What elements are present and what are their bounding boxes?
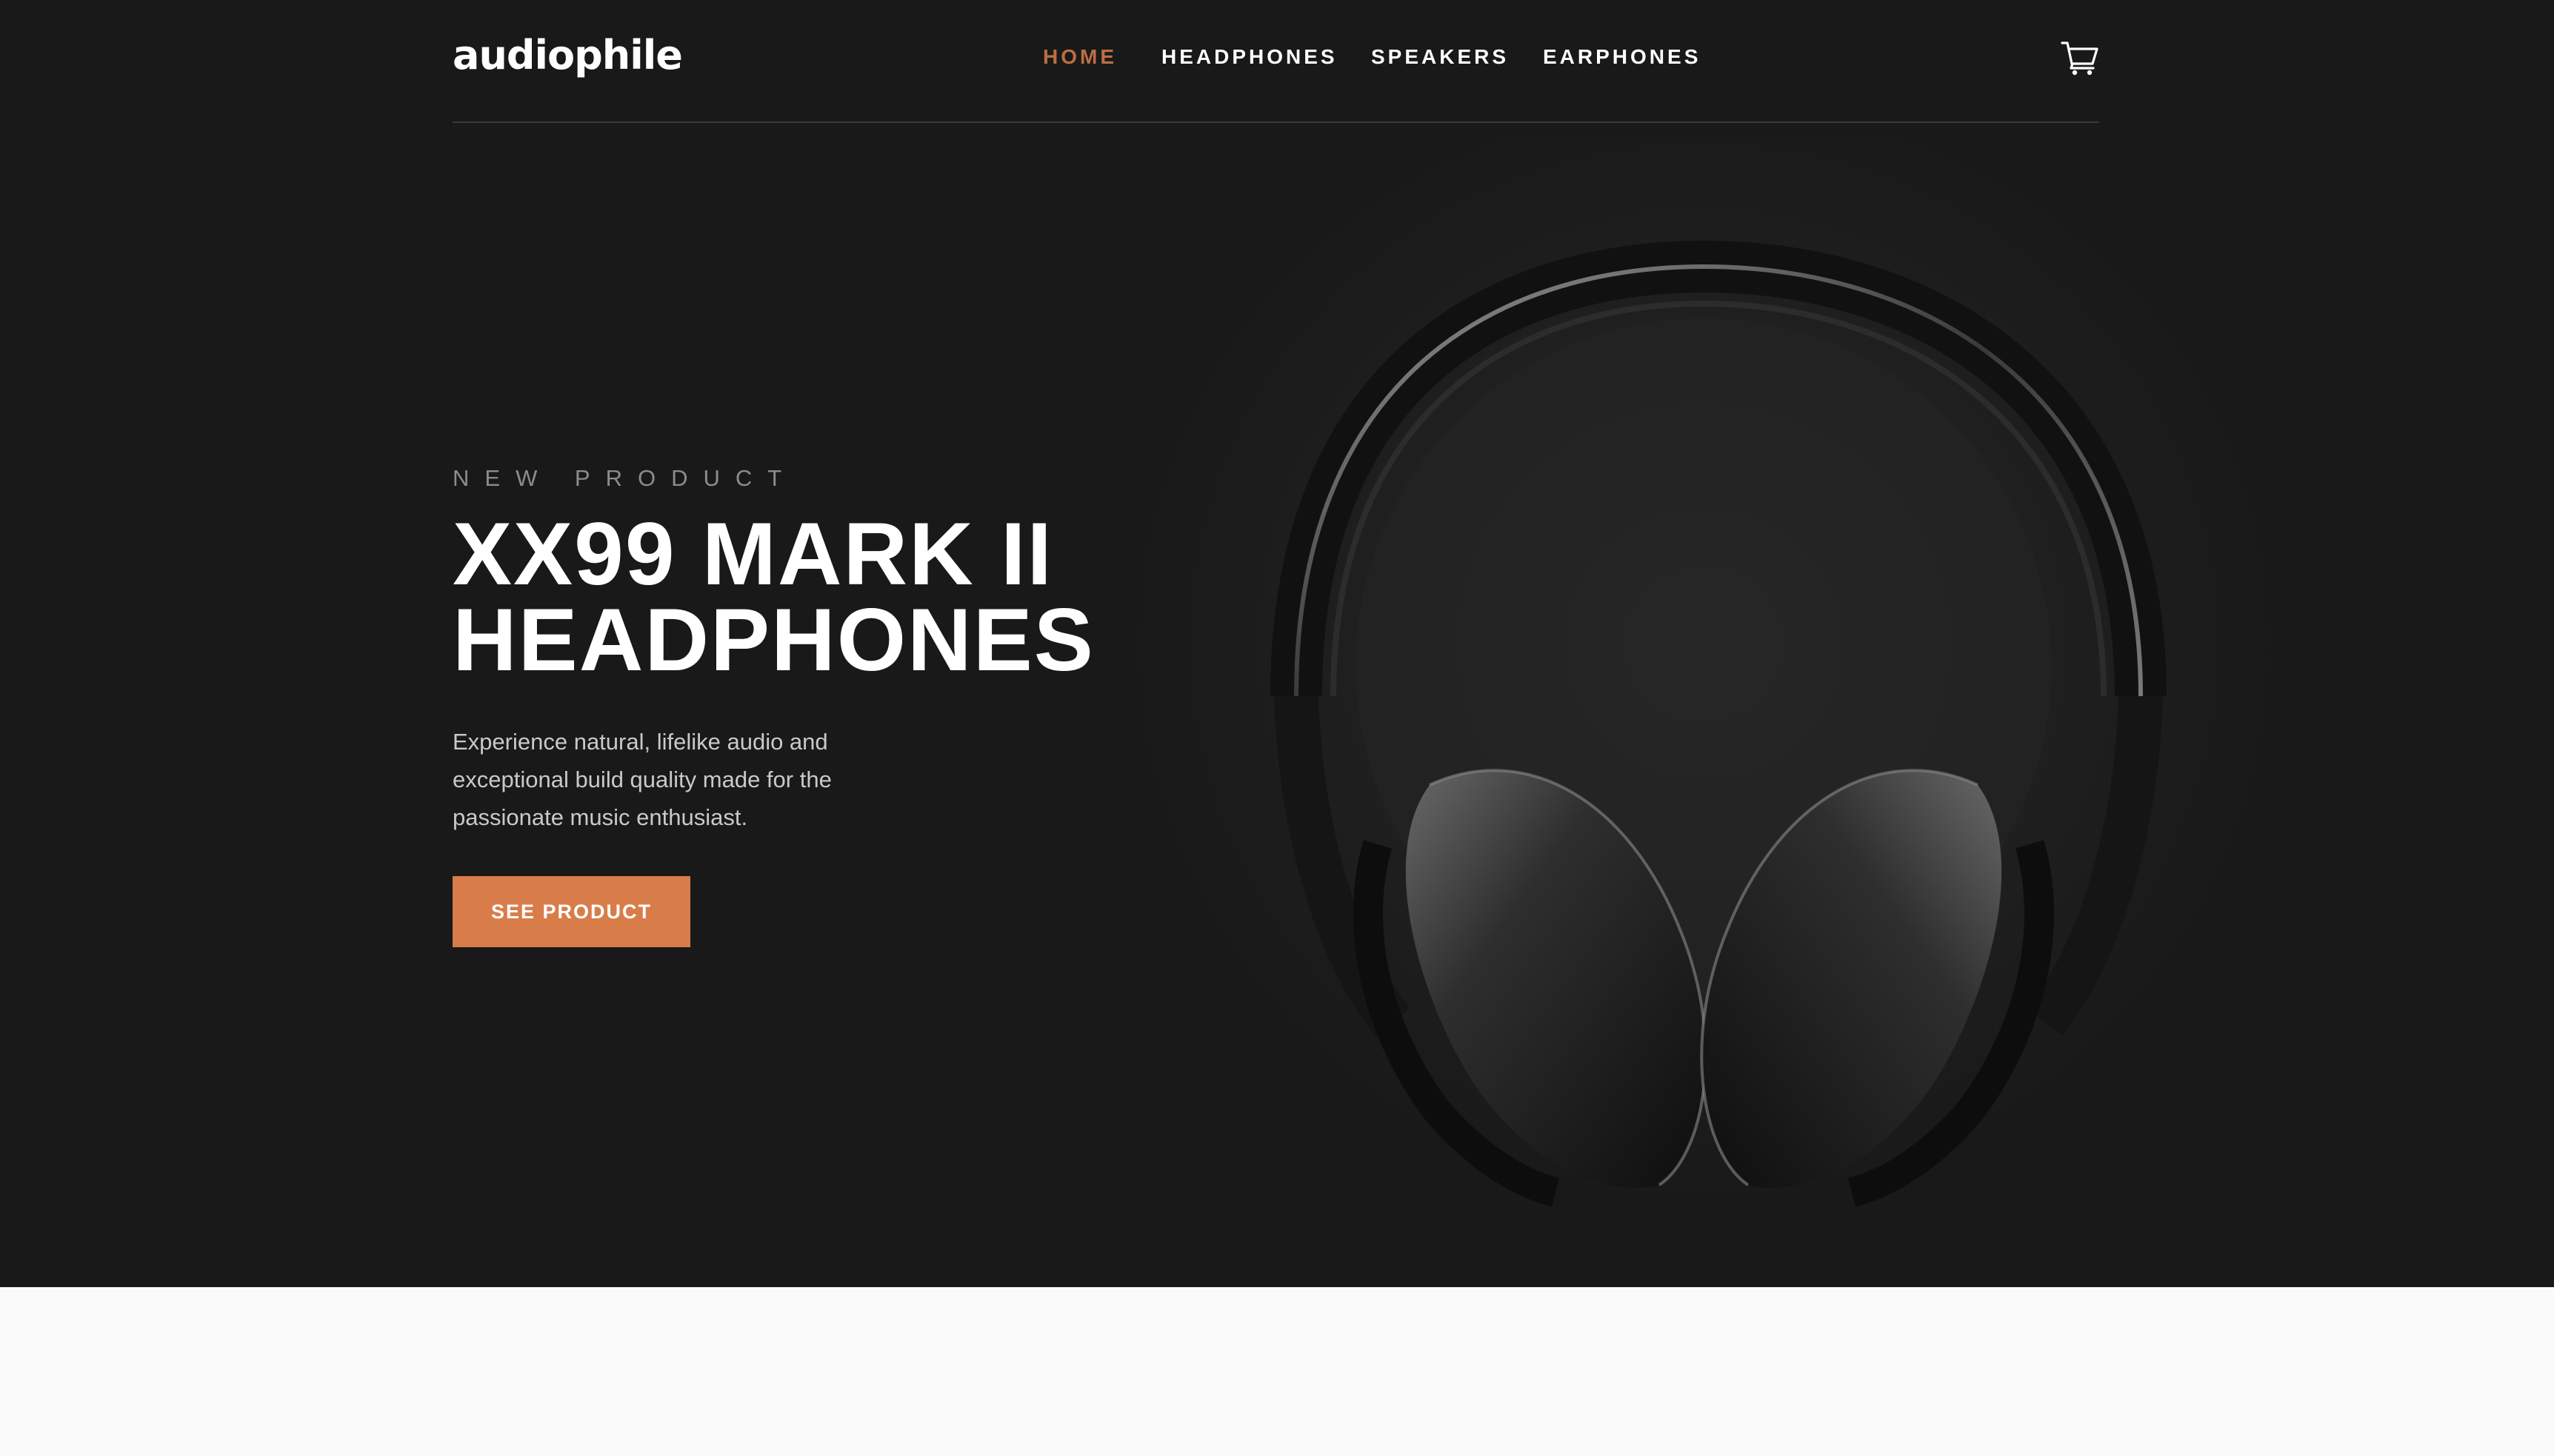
- nav-link-speakers[interactable]: SPEAKERS: [1371, 40, 1509, 74]
- nav-link-headphones[interactable]: HEADPHONES: [1161, 40, 1338, 74]
- hero-description: Experience natural, lifelike audio and e…: [453, 729, 832, 830]
- nav-link-earphones[interactable]: EARPHONES: [1543, 40, 1701, 74]
- headphones-image: [1126, 133, 2281, 1229]
- see-product-button[interactable]: SEE PRODUCT: [453, 876, 690, 947]
- hero-title-line2: HEADPHONES: [453, 590, 1095, 689]
- nav-link-home[interactable]: HOME: [1043, 40, 1117, 74]
- cart-button[interactable]: [2061, 39, 2099, 77]
- header-divider: [453, 121, 2099, 123]
- hero-overline: NEW PRODUCT: [453, 465, 798, 491]
- brand-logo[interactable]: audiophile: [453, 30, 683, 81]
- content-section: [0, 1287, 2554, 1456]
- hero-title: XX99 MARK II HEADPHONES: [453, 504, 1119, 689]
- hero-section: audiophile HOME HEADPHONES SPEAKERS EARP…: [0, 0, 2554, 1287]
- hero-title-line1: XX99 MARK II: [453, 504, 1053, 604]
- cart-icon: [2061, 41, 2098, 76]
